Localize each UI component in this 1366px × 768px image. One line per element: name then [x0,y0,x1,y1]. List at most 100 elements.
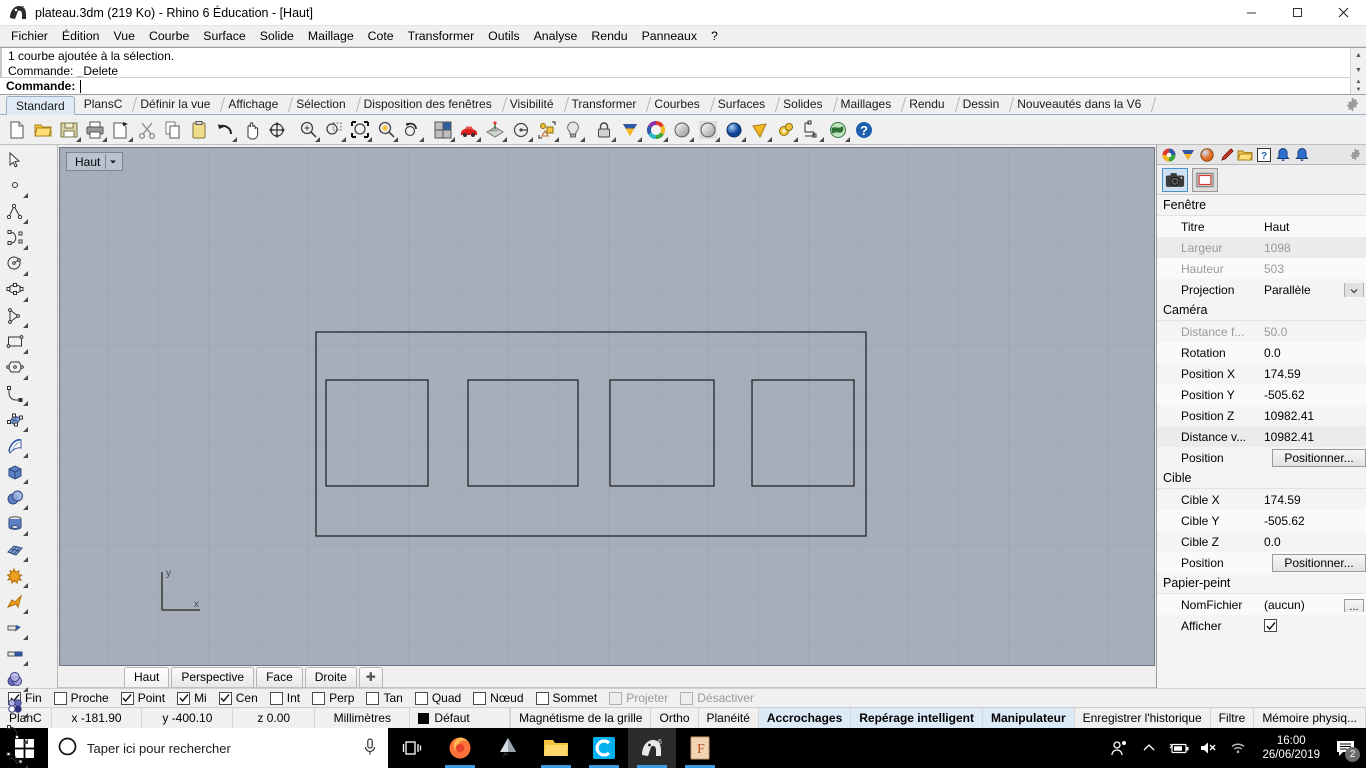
osnap-proche[interactable]: Proche [53,691,109,705]
menu-surface[interactable]: Surface [196,27,252,46]
new-file-icon[interactable] [4,117,30,143]
positionner-camera-button[interactable]: Positionner... [1272,448,1366,467]
people-icon[interactable] [1104,728,1134,768]
microphone-icon[interactable] [362,737,378,759]
help-panel-icon[interactable]: ? [1255,146,1273,164]
status-units[interactable]: Millimètres [315,708,411,728]
spinner-down-icon[interactable]: ▼ [1351,86,1366,94]
zoom-window-icon[interactable] [321,117,347,143]
osnap-point[interactable]: Point [120,691,165,705]
property-value[interactable]: 10982.41 [1260,409,1366,423]
toolbar-tab-surfaces[interactable]: Surfaces [709,95,774,114]
explode-icon[interactable] [0,563,29,589]
status-ortho[interactable]: Ortho [651,708,699,728]
trim-icon[interactable] [0,615,29,641]
menu-edition[interactable]: Édition [55,27,107,46]
viewport-tab-face[interactable]: Face [256,667,303,687]
property-row-position-x[interactable]: Position X 174.59 [1157,363,1366,384]
menu-analyse[interactable]: Analyse [527,27,585,46]
property-row-position-z[interactable]: Position Z 10982.41 [1157,405,1366,426]
task-view-icon[interactable] [388,728,436,768]
osnap-cen[interactable]: Cen [218,691,258,705]
layers-icon[interactable] [1160,146,1178,164]
toolbar-tab-nouveautes-v6[interactable]: Nouveautés dans la V6 [1008,95,1150,114]
checkbox-icon[interactable] [312,691,326,705]
render-icon[interactable] [456,117,482,143]
ghosted-sphere-icon[interactable] [695,117,721,143]
surface-from-points-icon[interactable] [0,407,29,433]
checkbox-icon[interactable] [473,691,487,705]
viewport-tab-droite[interactable]: Droite [304,667,357,687]
undo-view-icon[interactable] [399,117,425,143]
volume-muted-icon[interactable] [1194,728,1224,768]
toolbar-tab-visibilite[interactable]: Visibilité [501,95,563,114]
status-magnetisme-grille[interactable]: Magnétisme de la grille [511,708,652,728]
undo-icon[interactable] [212,117,238,143]
curve-fillet-icon[interactable] [0,381,29,407]
zoom-selected-icon[interactable] [373,117,399,143]
color-wheel-icon[interactable] [643,117,669,143]
property-row-projection[interactable]: Projection Parallèle [1157,279,1366,300]
toolbar-tab-rendu[interactable]: Rendu [900,95,953,114]
menu-help[interactable]: ? [704,27,725,46]
checkbox-icon[interactable] [120,691,134,705]
osnap-int[interactable]: Int [269,691,300,705]
menu-transformer[interactable]: Transformer [401,27,482,46]
property-value[interactable] [1260,619,1366,632]
notification2-icon[interactable] [1293,146,1311,164]
control-point-curve-icon[interactable] [0,225,29,251]
folder-icon[interactable] [1236,146,1254,164]
property-value[interactable]: Parallèle [1260,282,1366,297]
property-row-camera-position[interactable]: Position Positionner... [1157,447,1366,468]
osnap-perp[interactable]: Perp [312,691,354,705]
materials-icon[interactable] [1198,146,1216,164]
copy-to-clipboard-icon[interactable] [108,117,134,143]
status-memoire[interactable]: Mémoire physiq... [1254,708,1366,728]
named-cplane-icon[interactable] [534,117,560,143]
property-row-position-y[interactable]: Position Y -505.62 [1157,384,1366,405]
toolbar-tab-affichage[interactable]: Affichage [219,95,287,114]
command-prompt-row[interactable]: Commande: [0,77,1350,94]
status-planeite[interactable]: Planéité [699,708,759,728]
menu-solide[interactable]: Solide [253,27,301,46]
firefox-icon[interactable] [436,728,484,768]
property-row-cible-y[interactable]: Cible Y -505.62 [1157,510,1366,531]
boolean-union-icon[interactable] [0,667,29,693]
property-row-nomfichier[interactable]: NomFichier (aucun) ... [1157,594,1366,615]
property-value[interactable]: -505.62 [1260,388,1366,402]
fillet-curve-icon[interactable] [0,719,29,745]
scroll-down-icon[interactable]: ▼ [1351,63,1366,78]
property-value[interactable]: 174.59 [1260,367,1366,381]
checkbox-icon[interactable] [414,691,428,705]
light-bulb-icon[interactable] [560,117,586,143]
rectangle-icon[interactable] [0,329,29,355]
property-row-afficher[interactable]: Afficher [1157,615,1366,636]
property-value[interactable]: Haut [1260,220,1366,234]
notification-icon[interactable] [1274,146,1292,164]
osnap-noeud[interactable]: Nœud [473,691,524,705]
property-row-cible-x[interactable]: Cible X 174.59 [1157,489,1366,510]
cylinder-icon[interactable] [0,511,29,537]
osnap-mi[interactable]: Mi [177,691,207,705]
status-layer[interactable]: Défaut [410,708,511,728]
pan-icon[interactable] [238,117,264,143]
status-filtre[interactable]: Filtre [1211,708,1255,728]
viewport-title-menu[interactable]: Haut [66,152,124,171]
viewport-haut[interactable]: Haut y x [59,147,1155,666]
search-input[interactable]: Taper ici pour rechercher [48,728,388,768]
arc-icon[interactable] [0,303,29,329]
help-icon[interactable]: ? [851,117,877,143]
chevron-down-icon[interactable] [1344,282,1364,297]
zoom-dynamic-icon[interactable] [295,117,321,143]
print-icon[interactable] [82,117,108,143]
camera-icon[interactable] [1162,167,1188,192]
status-reperage-intelligent[interactable]: Repérage intelligent [851,708,983,728]
spinner-up-icon[interactable]: ▲ [1351,78,1366,86]
checkbox-icon[interactable] [269,691,283,705]
status-manipulateur[interactable]: Manipulateur [982,708,1075,728]
property-row-distance-vue[interactable]: Distance v... 10982.41 [1157,426,1366,447]
sphere-view-icon[interactable] [508,117,534,143]
property-value[interactable]: (aucun) ... [1260,598,1366,612]
toolbar-tab-maillages[interactable]: Maillages [832,95,901,114]
scroll-up-icon[interactable]: ▲ [1351,48,1366,63]
